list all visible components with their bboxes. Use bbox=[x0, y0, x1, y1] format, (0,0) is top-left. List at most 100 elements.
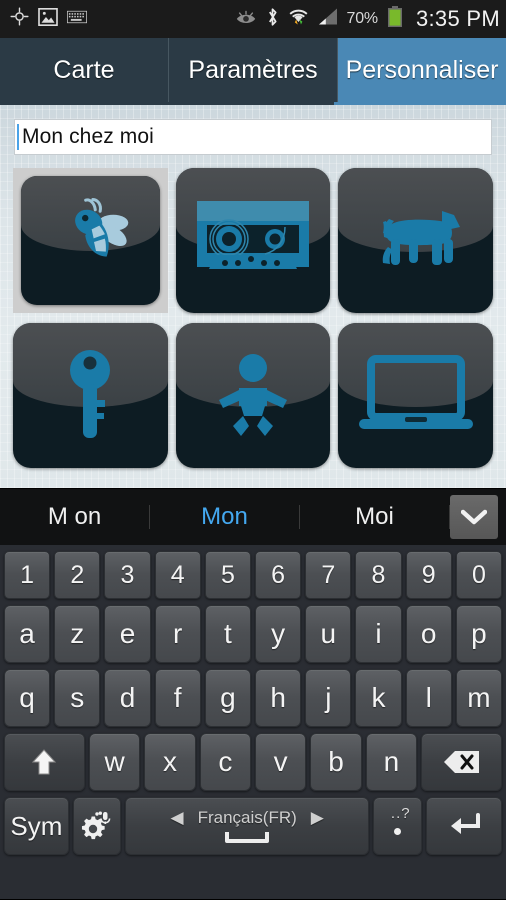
key-i[interactable]: i bbox=[355, 605, 402, 663]
icon-picker-grid bbox=[10, 168, 496, 468]
key-icon bbox=[13, 323, 168, 468]
icon-tile bbox=[21, 176, 160, 305]
key-0[interactable]: 0 bbox=[455, 551, 503, 599]
key-c[interactable]: c bbox=[199, 733, 251, 791]
icon-tile bbox=[338, 168, 493, 313]
suggestion-item-2[interactable]: Moi bbox=[300, 505, 450, 529]
key-u[interactable]: u bbox=[305, 605, 352, 663]
backspace-key[interactable] bbox=[421, 733, 502, 791]
tab-personnaliser[interactable]: Personnaliser bbox=[338, 38, 506, 102]
gps-icon bbox=[10, 7, 29, 31]
signal-bars-icon bbox=[318, 8, 338, 30]
keyboard-row-home: q s d f g h j k l m bbox=[3, 669, 503, 727]
key-d[interactable]: d bbox=[104, 669, 151, 727]
icon-option-key[interactable] bbox=[13, 323, 168, 468]
key-w[interactable]: w bbox=[88, 733, 141, 791]
lang-next-arrow[interactable]: ▶ bbox=[311, 808, 324, 828]
lang-name: Français(FR) bbox=[197, 808, 297, 827]
key-2[interactable]: 2 bbox=[54, 551, 101, 599]
key-f[interactable]: f bbox=[154, 669, 201, 727]
status-clock: 3:35 PM bbox=[415, 6, 500, 31]
keyboard-row-modifiers: Sym ◀ Français(FR) ▶ ..? bbox=[4, 797, 502, 855]
icon-tile bbox=[13, 323, 168, 468]
battery-icon bbox=[387, 5, 403, 33]
status-bar-right-icons: 70% 3:35 PM bbox=[235, 5, 500, 33]
key-7[interactable]: 7 bbox=[305, 551, 352, 599]
space-key[interactable]: ◀ Français(FR) ▶ bbox=[125, 797, 370, 855]
key-h[interactable]: h bbox=[255, 669, 302, 727]
punct-secondary-label: ..? bbox=[390, 805, 411, 822]
baby-icon bbox=[176, 323, 331, 468]
key-p[interactable]: p bbox=[455, 605, 503, 663]
enter-key[interactable] bbox=[425, 797, 502, 855]
battery-percent: 70% bbox=[346, 10, 379, 27]
icon-option-laptop[interactable] bbox=[338, 323, 493, 468]
space-language-label: ◀ Français(FR) ▶ bbox=[171, 808, 324, 828]
status-bar-left-icons bbox=[10, 7, 87, 31]
keyboard-row-numbers: 1 2 3 4 5 6 7 8 9 0 bbox=[3, 551, 503, 599]
key-1[interactable]: 1 bbox=[3, 551, 51, 599]
key-3[interactable]: 3 bbox=[104, 551, 151, 599]
key-q[interactable]: q bbox=[3, 669, 51, 727]
key-o[interactable]: o bbox=[405, 605, 452, 663]
customize-panel: Mon chez moi bbox=[0, 105, 506, 488]
key-z[interactable]: z bbox=[54, 605, 101, 663]
suggestion-item-0[interactable]: M on bbox=[0, 505, 150, 529]
lang-prev-arrow[interactable]: ◀ bbox=[171, 808, 184, 828]
icon-tile bbox=[338, 323, 493, 468]
keyboard-row-top: a z e r t y u i o p bbox=[3, 605, 503, 663]
smart-stay-eye-icon bbox=[235, 9, 257, 30]
suggestion-bar: M on Mon Moi bbox=[0, 488, 506, 545]
laptop-icon bbox=[338, 323, 493, 468]
punctuation-key[interactable]: ..? bbox=[373, 797, 422, 855]
key-5[interactable]: 5 bbox=[204, 551, 251, 599]
bee-icon bbox=[21, 176, 160, 305]
tab-bar: Carte Paramètres Personnaliser bbox=[0, 38, 506, 102]
key-b[interactable]: b bbox=[310, 733, 362, 791]
key-6[interactable]: 6 bbox=[255, 551, 302, 599]
key-8[interactable]: 8 bbox=[355, 551, 402, 599]
settings-mic-key[interactable] bbox=[72, 797, 122, 855]
key-n[interactable]: n bbox=[365, 733, 418, 791]
sym-key[interactable]: Sym bbox=[4, 797, 69, 855]
chevron-down-icon[interactable] bbox=[450, 495, 498, 539]
key-g[interactable]: g bbox=[204, 669, 251, 727]
name-input-wrapper[interactable]: Mon chez moi bbox=[14, 119, 492, 155]
icon-option-baby[interactable] bbox=[175, 323, 331, 468]
icon-tile bbox=[175, 168, 331, 313]
tab-carte[interactable]: Carte bbox=[0, 38, 169, 102]
key-y[interactable]: y bbox=[255, 605, 302, 663]
key-r[interactable]: r bbox=[154, 605, 201, 663]
key-a[interactable]: a bbox=[3, 605, 51, 663]
key-k[interactable]: k bbox=[355, 669, 402, 727]
key-s[interactable]: s bbox=[54, 669, 101, 727]
key-t[interactable]: t bbox=[204, 605, 251, 663]
icon-option-dog[interactable] bbox=[338, 168, 493, 313]
key-j[interactable]: j bbox=[305, 669, 352, 727]
key-l[interactable]: l bbox=[405, 669, 452, 727]
key-v[interactable]: v bbox=[255, 733, 307, 791]
space-glyph bbox=[225, 832, 270, 843]
on-screen-keyboard: 1 2 3 4 5 6 7 8 9 0 a z e r t y u i o p … bbox=[0, 545, 506, 899]
key-9[interactable]: 9 bbox=[405, 551, 452, 599]
key-x[interactable]: x bbox=[144, 733, 196, 791]
icon-option-bee[interactable] bbox=[13, 168, 168, 313]
image-icon bbox=[38, 7, 58, 31]
key-4[interactable]: 4 bbox=[154, 551, 201, 599]
bluetooth-icon bbox=[266, 7, 279, 32]
key-m[interactable]: m bbox=[455, 669, 503, 727]
status-bar: 70% 3:35 PM bbox=[0, 0, 506, 38]
key-e[interactable]: e bbox=[104, 605, 151, 663]
dog-icon bbox=[338, 168, 493, 313]
icon-tile bbox=[175, 323, 331, 468]
name-input[interactable]: Mon chez moi bbox=[19, 125, 154, 149]
cassette-icon bbox=[176, 168, 331, 313]
suggestion-item-1[interactable]: Mon bbox=[150, 505, 300, 529]
shift-key[interactable] bbox=[4, 733, 85, 791]
keyboard-icon bbox=[67, 10, 87, 29]
icon-option-cassette[interactable] bbox=[175, 168, 331, 313]
keyboard-row-bottom: w x c v b n bbox=[4, 733, 502, 791]
wifi-icon bbox=[288, 8, 309, 31]
app-root: 70% 3:35 PM Carte Paramètres Personnalis… bbox=[0, 0, 506, 900]
tab-parametres[interactable]: Paramètres bbox=[169, 38, 338, 102]
